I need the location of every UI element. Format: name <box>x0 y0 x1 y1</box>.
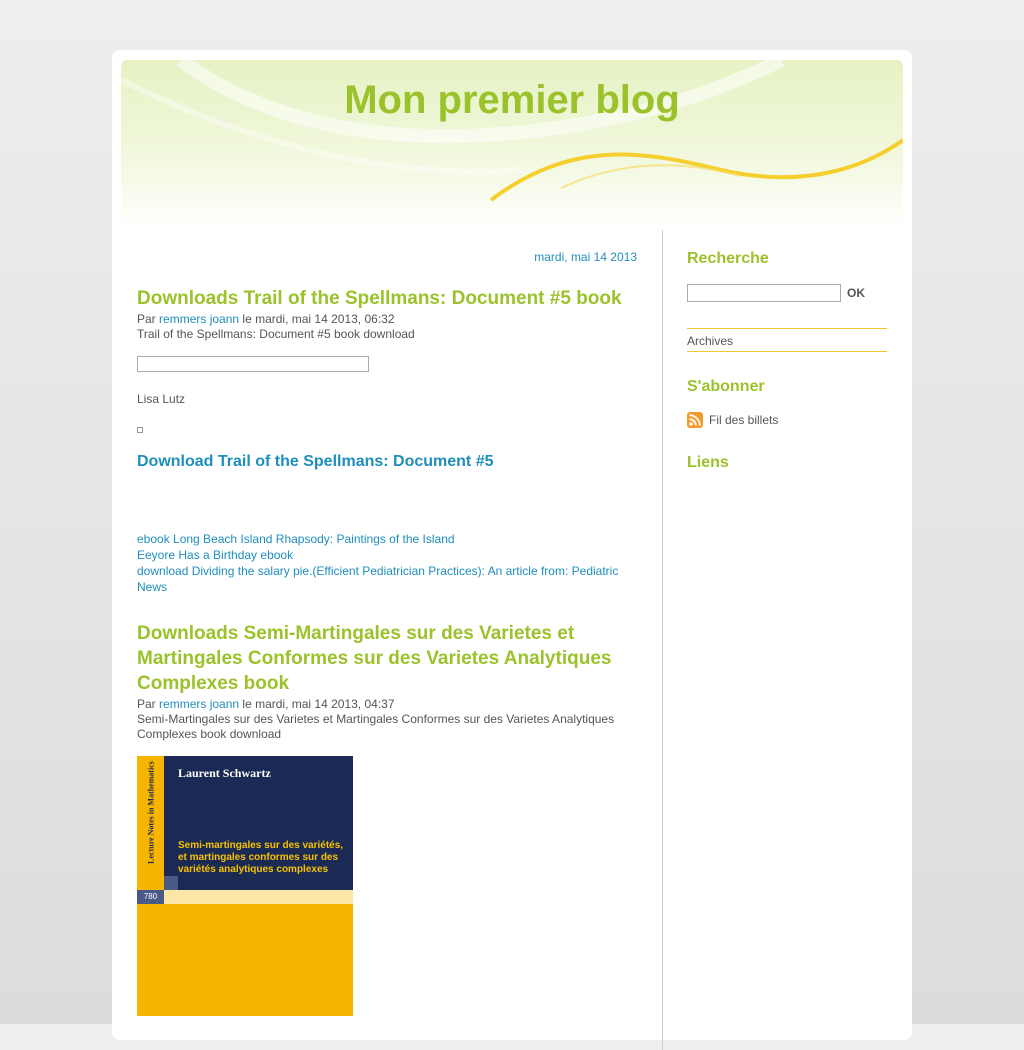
column-divider <box>662 230 663 1050</box>
search-form: OK <box>687 284 887 302</box>
links-title: Liens <box>687 454 729 471</box>
meta-prefix: Par <box>137 312 156 326</box>
related-links: ebook Long Beach Island Rhapsody: Painti… <box>137 531 637 595</box>
download-link[interactable]: Download Trail of the Spellmans: Documen… <box>137 453 637 471</box>
cover-author: Laurent Schwartz <box>178 766 271 780</box>
related-link[interactable]: Eeyore Has a Birthday ebook <box>137 547 637 563</box>
main-content: mardi, mai 14 2013 Downloads Trail of th… <box>137 240 637 1016</box>
search-ok-button[interactable]: OK <box>847 286 865 300</box>
cover-series-text: Lecture Notes in Mathematics <box>146 761 156 864</box>
related-link[interactable]: ebook Long Beach Island Rhapsody: Painti… <box>137 531 637 547</box>
rss-feed-icon <box>687 412 703 428</box>
meta-prefix: Par <box>137 697 156 711</box>
post-title[interactable]: Downloads Trail of the Spellmans: Docume… <box>137 286 637 311</box>
author-link[interactable]: remmers joann <box>159 312 239 326</box>
subscribe-title: S'abonner <box>687 378 765 395</box>
post-meta: Par remmers joann le mardi, mai 14 2013,… <box>137 697 637 712</box>
blog-page: Mon premier blog mardi, mai 14 2013 Down… <box>112 50 912 1050</box>
post-meta: Par remmers joann le mardi, mai 14 2013,… <box>137 312 637 327</box>
search-title: Recherche <box>687 250 769 267</box>
search-input[interactable] <box>687 284 841 302</box>
cover-title: Semi-martingales sur des variétés, et ma… <box>178 840 344 875</box>
post: Downloads Semi-Martingales sur des Varie… <box>137 621 637 1016</box>
sidebar: Recherche OK Archives S'abonner Fil des … <box>687 250 887 472</box>
post-title[interactable]: Downloads Semi-Martingales sur des Varie… <box>137 621 637 696</box>
cover-band-pale <box>164 890 353 904</box>
cover-number: 780 <box>143 892 158 901</box>
post-intro: Semi-Martingales sur des Varietes et Mar… <box>137 712 615 741</box>
archives-link[interactable]: Archives <box>687 328 887 352</box>
broken-image-box <box>137 356 369 372</box>
blog-header: Mon premier blog <box>121 60 903 230</box>
feed-link[interactable]: Fil des billets <box>687 412 887 428</box>
blog-title[interactable]: Mon premier blog <box>121 78 903 123</box>
post-intro: Trail of the Spellmans: Document #5 book… <box>137 327 415 341</box>
book-cover-image[interactable]: Lecture Notes in Mathematics Laurent Sch… <box>137 756 353 1016</box>
cover-yellow-panel <box>164 904 353 1016</box>
author-link[interactable]: remmers joann <box>159 697 239 711</box>
post: Downloads Trail of the Spellmans: Docume… <box>137 286 637 595</box>
book-author: Lisa Lutz <box>137 392 186 406</box>
feed-label: Fil des billets <box>709 413 779 427</box>
meta-date: le mardi, mai 14 2013, 06:32 <box>242 312 395 326</box>
broken-image-icon <box>137 427 143 433</box>
meta-date: le mardi, mai 14 2013, 04:37 <box>242 697 395 711</box>
related-link[interactable]: download Dividing the salary pie.(Effici… <box>137 563 637 595</box>
cover-square <box>164 876 178 890</box>
date-header: mardi, mai 14 2013 <box>534 250 637 264</box>
